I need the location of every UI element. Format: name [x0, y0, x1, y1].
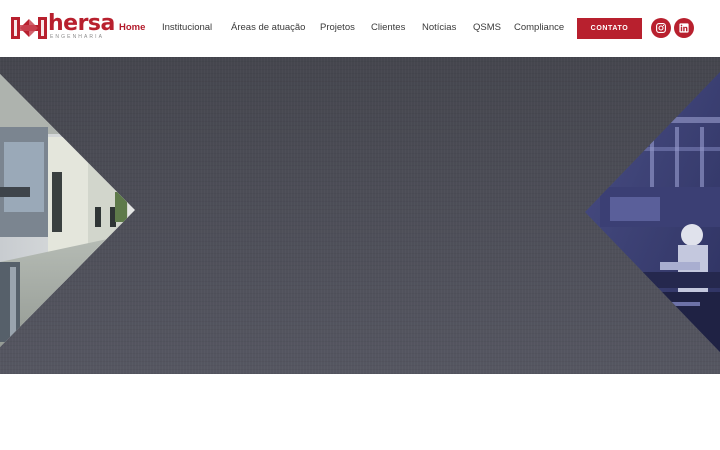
nav-item-projetos[interactable]: Projetos [320, 21, 355, 35]
logo-tagline: ENGENHARIA [50, 34, 105, 40]
instagram-icon [656, 23, 666, 33]
industrial-worker-photo [585, 72, 720, 352]
site-header: hersa ENGENHARIA Home Institucional Área… [0, 0, 720, 57]
linkedin-link[interactable] [674, 18, 694, 38]
instagram-link[interactable] [651, 18, 671, 38]
logo-wordmark: hersa [48, 11, 115, 36]
nav-item-clientes[interactable]: Clientes [371, 21, 405, 35]
nav-item-qsms[interactable]: QSMS [473, 21, 501, 35]
linkedin-icon [679, 23, 689, 33]
logo[interactable]: hersa ENGENHARIA [11, 12, 115, 41]
nav-item-areas-de-atuacao[interactable]: Áreas de atuação [231, 21, 305, 35]
nav-item-home[interactable]: Home [119, 21, 145, 35]
content-area [0, 374, 720, 450]
nav-item-compliance[interactable]: Compliance [514, 21, 564, 35]
nav-item-noticias[interactable]: Notícias [422, 21, 456, 35]
hospital-corridor-photo [0, 74, 135, 347]
hero-banner [0, 57, 720, 374]
logo-mark-icon [11, 17, 47, 39]
contact-button[interactable]: CONTATO [577, 18, 642, 39]
nav-item-institucional[interactable]: Institucional [162, 21, 212, 35]
